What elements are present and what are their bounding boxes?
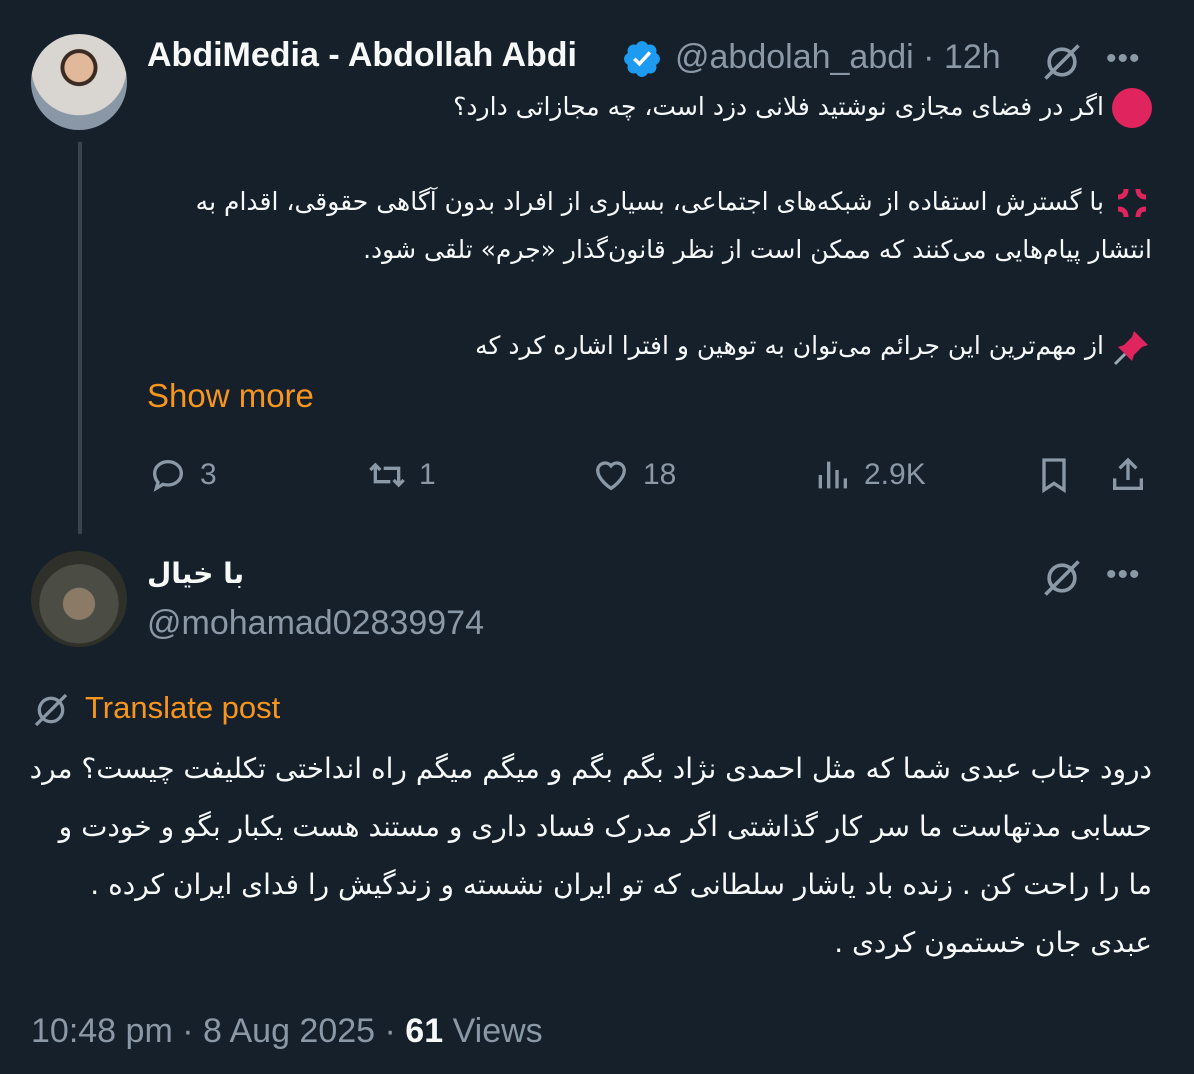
reply-author-avatar[interactable]: [31, 551, 127, 647]
anger-symbol-icon: [1117, 188, 1147, 218]
like-button[interactable]: 18: [591, 452, 676, 498]
grok-icon[interactable]: [1040, 556, 1084, 600]
author-avatar[interactable]: [31, 34, 127, 130]
repost-count: 1: [419, 458, 436, 491]
repost-icon: [369, 462, 405, 488]
post-time[interactable]: 10:48 pm: [31, 1012, 173, 1050]
reply-icon: [152, 459, 184, 492]
heart-icon: [595, 461, 627, 491]
bookmark-button[interactable]: [1034, 452, 1074, 498]
author-name[interactable]: AbdiMedia - Abdollah Abdi: [147, 36, 577, 75]
bookmark-icon: [1042, 458, 1066, 494]
views-button[interactable]: 2.9K: [812, 452, 926, 498]
views-chart-icon: [818, 461, 847, 489]
reply-author-name[interactable]: با خیال: [147, 557, 244, 590]
dot-separator: ·: [923, 38, 935, 76]
pushpin-icon: [1113, 331, 1148, 366]
grok-icon[interactable]: [1040, 40, 1084, 84]
author-handle[interactable]: @abdolah_abdi: [675, 38, 914, 76]
share-icon: [1113, 457, 1143, 490]
tweet-paragraph-3: از مهم‌ترین این جرائم می‌توان به توهین و…: [142, 322, 1152, 370]
translate-post-link[interactable]: Translate post: [85, 690, 280, 726]
like-count: 18: [643, 458, 677, 491]
reply-button[interactable]: 3: [148, 452, 217, 498]
reply-author-handle[interactable]: @mohamad02839974: [147, 604, 484, 643]
views-count: 2.9K: [864, 458, 926, 491]
reply-body: درود جناب عبدی شما که مثل احمدی نژاد بگم…: [29, 752, 1152, 959]
verified-badge-icon: [624, 41, 660, 77]
views-label: Views: [452, 1012, 543, 1050]
tweet-paragraph-2: با گسترش استفاده از شبکه‌های اجتماعی، بس…: [142, 178, 1152, 274]
show-more-link[interactable]: Show more: [147, 377, 314, 415]
author-handle-time[interactable]: @abdolah_abdi · 12h: [675, 38, 1001, 77]
thread-line: [78, 142, 82, 534]
dot-separator: ·: [182, 1012, 194, 1050]
post-date[interactable]: 8 Aug 2025: [203, 1012, 375, 1050]
more-options-icon[interactable]: •••: [1106, 558, 1141, 592]
post-meta: 10:48 pm · 8 Aug 2025 · 61 Views: [31, 1012, 543, 1051]
tweet-paragraph-1: اگر در فضای مجازی نوشتید فلانی دزد است، …: [142, 83, 1152, 131]
reply-count: 3: [200, 458, 217, 491]
dot-separator: ·: [384, 1012, 396, 1050]
share-button[interactable]: [1108, 452, 1148, 498]
views-number: 61: [405, 1012, 444, 1050]
red-circle-icon: [1112, 88, 1152, 128]
repost-button[interactable]: 1: [367, 452, 436, 498]
more-options-icon[interactable]: •••: [1106, 42, 1141, 76]
translate-icon[interactable]: [31, 690, 71, 730]
post-time[interactable]: 12h: [944, 38, 1001, 76]
